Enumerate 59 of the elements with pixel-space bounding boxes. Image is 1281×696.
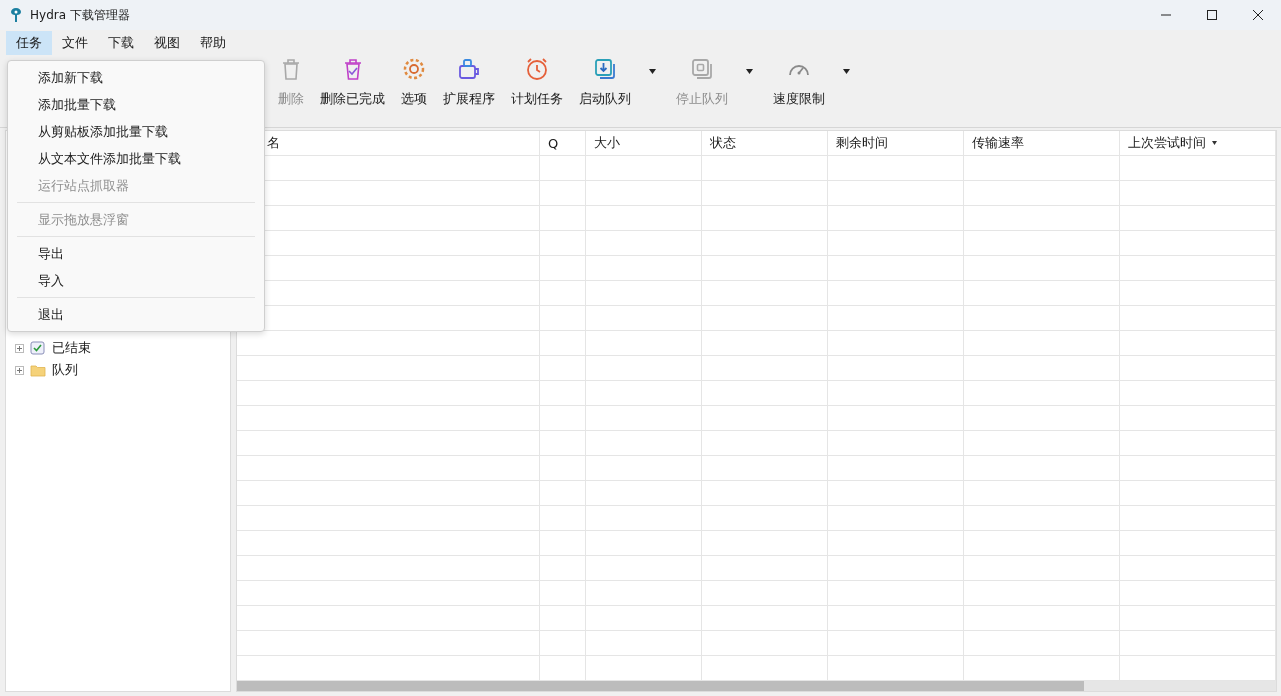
menu-item[interactable]: 文件 xyxy=(52,31,98,56)
table-cell xyxy=(540,431,586,456)
table-cell xyxy=(540,506,586,531)
table-cell xyxy=(540,531,586,556)
menu-entry[interactable]: 添加批量下载 xyxy=(8,91,264,118)
table-cell xyxy=(540,306,586,331)
menu-item[interactable]: 下载 xyxy=(98,31,144,56)
toolbar-button[interactable]: 计划任务 xyxy=(503,56,571,109)
column-header[interactable]: 名 xyxy=(267,134,280,152)
folder-icon xyxy=(30,363,46,377)
menu-entry[interactable]: 添加新下载 xyxy=(8,64,264,91)
table-cell xyxy=(540,331,586,356)
table-cell xyxy=(540,481,586,506)
column-header[interactable]: Q xyxy=(548,135,559,151)
menu-entry[interactable]: 从文本文件添加批量下载 xyxy=(8,145,264,172)
table-cell xyxy=(540,381,586,406)
table-cell xyxy=(540,231,586,256)
toolbar-button[interactable]: 删除已完成 xyxy=(312,56,393,109)
table-cell xyxy=(540,206,586,231)
table-cell xyxy=(540,631,586,656)
table-cell xyxy=(540,406,586,431)
scrollbar-thumb[interactable] xyxy=(237,681,1084,691)
app-logo-icon xyxy=(8,7,24,23)
tree-item[interactable]: 队列 xyxy=(52,361,78,379)
maximize-icon xyxy=(1207,10,1217,20)
expand-icon[interactable] xyxy=(15,343,24,353)
window-title: Hydra 下载管理器 xyxy=(30,6,131,24)
caret-icon[interactable] xyxy=(649,69,656,75)
scrollbar-track[interactable] xyxy=(237,681,1276,691)
alarm-clock-icon xyxy=(524,56,550,83)
checked-folder-icon xyxy=(30,341,46,355)
table-cell xyxy=(540,256,586,281)
menu-item[interactable]: 任务 xyxy=(6,31,52,56)
toolbar-button[interactable]: 速度限制 xyxy=(765,56,833,109)
menu-item[interactable]: 视图 xyxy=(144,31,190,56)
expand-icon[interactable] xyxy=(15,365,24,375)
menu-entry[interactable]: 导出 xyxy=(8,240,264,267)
menu-item[interactable]: 帮助 xyxy=(190,31,236,56)
toolbar-button[interactable]: 启动队列 xyxy=(571,56,639,109)
column-header[interactable]: 传输速率 xyxy=(972,134,1024,152)
toolbar-button[interactable]: 选项 xyxy=(393,56,435,109)
menu-entry[interactable]: 退出 xyxy=(8,301,264,328)
column-header[interactable]: 上次尝试时间 xyxy=(1128,134,1206,152)
table-cell xyxy=(540,581,586,606)
menu-entry[interactable]: 从剪贴板添加批量下载 xyxy=(8,118,264,145)
toolbar-button[interactable]: 扩展程序 xyxy=(435,56,503,109)
close-icon xyxy=(1253,10,1263,20)
table-cell xyxy=(540,181,586,206)
caret-icon[interactable] xyxy=(843,69,850,75)
tree-item[interactable]: 已结束 xyxy=(52,339,91,357)
table-cell xyxy=(540,556,586,581)
menu-entry[interactable]: 导入 xyxy=(8,267,264,294)
column-header[interactable]: 状态 xyxy=(710,134,736,152)
table-cell xyxy=(540,281,586,306)
table-cell xyxy=(540,606,586,631)
column-header[interactable]: 剩余时间 xyxy=(836,134,888,152)
column-header[interactable]: 大小 xyxy=(594,134,620,152)
table-cell xyxy=(540,456,586,481)
table-cell xyxy=(540,356,586,381)
